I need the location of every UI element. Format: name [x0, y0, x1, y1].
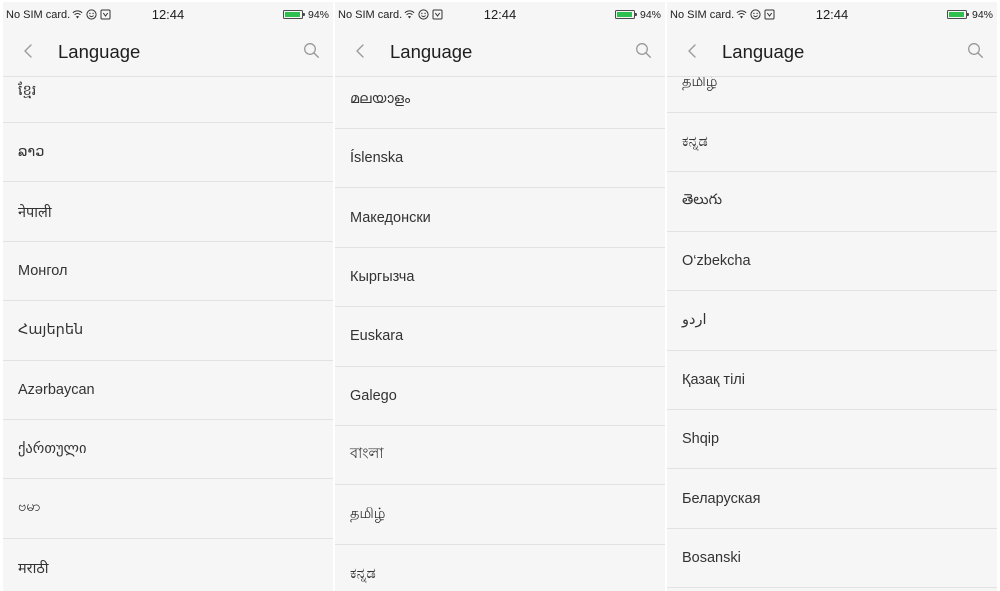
- language-option[interactable]: ಕನ್ನಡ: [335, 545, 665, 591]
- language-label: Кыргызча: [350, 268, 415, 285]
- language-option[interactable]: Македонски: [335, 188, 665, 248]
- language-option[interactable]: Azərbaycan: [3, 361, 333, 420]
- language-option[interactable]: Беларуская: [667, 469, 997, 529]
- language-label: മലയാളം: [350, 90, 411, 107]
- battery-percent: 94%: [308, 9, 330, 21]
- language-label: Shqip: [682, 431, 720, 448]
- search-button[interactable]: [303, 42, 320, 59]
- battery-level-fill: [949, 12, 965, 17]
- battery-icon: [947, 10, 969, 19]
- language-label: O‘zbekcha: [682, 252, 751, 269]
- phone-screen: No SIM card. 12:44 94% Language: [667, 2, 997, 591]
- language-label: বাংলা: [350, 446, 384, 463]
- battery-icon: [283, 10, 305, 19]
- back-button[interactable]: [354, 43, 366, 59]
- language-label: اردو: [682, 312, 707, 329]
- app-bar: Language: [667, 28, 997, 77]
- language-option[interactable]: Монгол: [3, 242, 333, 302]
- chevron-left-icon: [24, 44, 32, 58]
- chevron-left-icon: [688, 44, 696, 58]
- language-label: Беларуская: [682, 490, 761, 507]
- language-option[interactable]: ខ្មែរ: [3, 77, 333, 123]
- language-label: Қазақ тілі: [682, 371, 745, 388]
- status-bar: No SIM card. 12:44 94%: [667, 2, 997, 28]
- language-label: Íslenska: [350, 150, 404, 167]
- language-list[interactable]: தமிழ் ಕನ್ನಡ తెలుగు O‘zbekcha اردو Қазақ …: [667, 77, 997, 591]
- language-option[interactable]: Shqip: [667, 410, 997, 470]
- phone-screen: No SIM card. 12:44 94% Language: [335, 2, 665, 591]
- language-label: தமிழ்: [350, 505, 386, 522]
- search-icon: [636, 43, 652, 59]
- language-label: Galego: [350, 387, 397, 404]
- search-icon: [968, 43, 984, 59]
- language-label: ಕನ್ನಡ: [682, 134, 708, 151]
- language-option[interactable]: Galego: [335, 367, 665, 426]
- phone-screen: No SIM card. 12:44 94% Language: [3, 2, 333, 591]
- language-option[interactable]: Euskara: [335, 307, 665, 367]
- language-label: Euskara: [350, 328, 404, 345]
- status-bar: No SIM card. 12:44 94%: [3, 2, 333, 28]
- page-title: Language: [722, 41, 805, 62]
- language-option[interactable]: Հայերեն: [3, 301, 333, 361]
- language-option[interactable]: ქართული: [3, 420, 333, 480]
- language-label: ລາວ: [18, 144, 45, 161]
- language-label: ಕನ್ನಡ: [350, 565, 376, 582]
- language-option[interactable]: Íslenska: [335, 129, 665, 189]
- page-title: Language: [58, 41, 141, 62]
- back-button[interactable]: [686, 43, 698, 59]
- language-option[interactable]: Қазақ тілі: [667, 351, 997, 410]
- language-label: ខ្មែរ: [18, 83, 37, 100]
- language-list[interactable]: മലയാളം Íslenska Македонски Кыргызча Eusk…: [335, 77, 665, 591]
- battery-icon: [615, 10, 637, 19]
- language-label: తెలుగు: [682, 191, 723, 208]
- language-label: ဗမာ: [18, 499, 41, 516]
- search-button[interactable]: [967, 42, 984, 59]
- app-bar: Language: [3, 28, 333, 77]
- battery-percent: 94%: [972, 9, 994, 21]
- language-option[interactable]: ဗမာ: [3, 479, 333, 539]
- chevron-left-icon: [356, 44, 364, 58]
- language-option[interactable]: తెలుగు: [667, 172, 997, 232]
- language-label: ქართული: [18, 441, 87, 458]
- battery-level-fill: [285, 12, 301, 17]
- language-label: Монгол: [18, 262, 68, 279]
- language-option[interactable]: मराठी: [3, 539, 333, 591]
- back-button[interactable]: [22, 43, 34, 59]
- language-option[interactable]: മലയാളം: [335, 77, 665, 129]
- language-list-content: ខ្មែរ ລາວ नेपाली Монгол Հայերեն Azərbayc…: [3, 77, 333, 591]
- search-icon: [304, 43, 320, 59]
- language-list[interactable]: ខ្មែរ ລາວ नेपाली Монгол Հայերեն Azərbayc…: [3, 77, 333, 591]
- language-option[interactable]: தமிழ்: [667, 77, 997, 113]
- language-list-content: தமிழ் ಕನ್ನಡ తెలుగు O‘zbekcha اردو Қазақ …: [667, 77, 997, 589]
- language-option[interactable]: ಕನ್ನಡ: [667, 113, 997, 173]
- language-list-content: മലയാളം Íslenska Македонски Кыргызча Eusk…: [335, 77, 665, 591]
- language-label: Azərbaycan: [18, 381, 95, 398]
- battery-percent: 94%: [640, 9, 662, 21]
- language-label: தமிழ்: [682, 77, 718, 90]
- status-bar: No SIM card. 12:44 94%: [335, 2, 665, 28]
- language-option[interactable]: नेपाली: [3, 182, 333, 242]
- battery-level-fill: [617, 12, 633, 17]
- language-label: मराठी: [18, 560, 49, 577]
- language-option[interactable]: Bosanski: [667, 529, 997, 589]
- language-option[interactable]: اردو: [667, 291, 997, 351]
- page-title: Language: [390, 41, 473, 62]
- language-label: नेपाली: [18, 204, 52, 221]
- search-button[interactable]: [635, 42, 652, 59]
- language-option[interactable]: தமிழ்: [335, 485, 665, 545]
- language-option[interactable]: ລາວ: [3, 123, 333, 183]
- language-label: Bosanski: [682, 549, 741, 566]
- language-option[interactable]: O‘zbekcha: [667, 232, 997, 292]
- language-option[interactable]: বাংলা: [335, 426, 665, 486]
- language-label: Македонски: [350, 209, 431, 226]
- language-option[interactable]: Кыргызча: [335, 248, 665, 308]
- app-bar: Language: [335, 28, 665, 77]
- language-label: Հայերեն: [18, 322, 84, 339]
